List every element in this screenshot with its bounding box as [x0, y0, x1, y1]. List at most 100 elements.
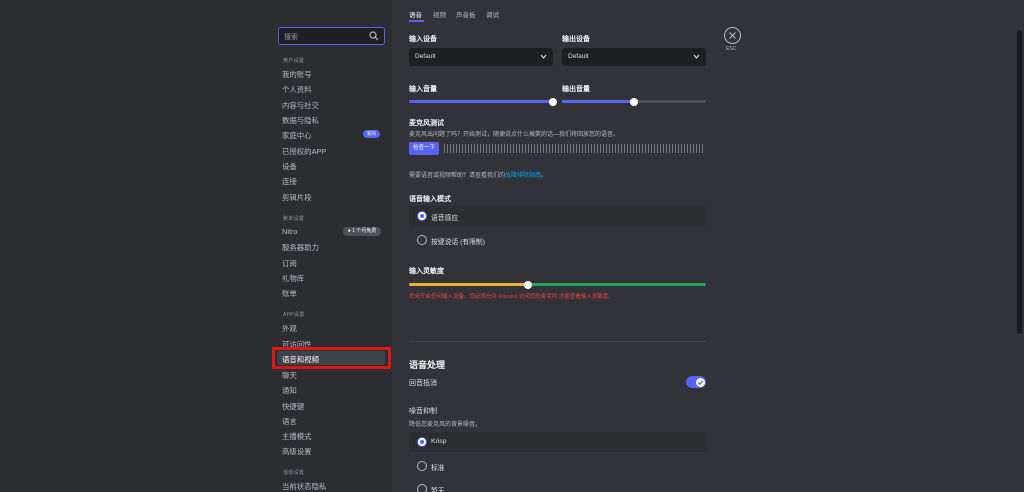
meter-bar [549, 144, 551, 153]
meter-bar [684, 144, 686, 153]
meter-bar [480, 144, 482, 153]
meter-bar [528, 144, 530, 153]
meter-bar [552, 144, 554, 153]
meter-bar [492, 144, 494, 153]
meter-bar [591, 144, 593, 153]
content-scrollbar[interactable] [1017, 30, 1022, 334]
noise-option-label: Krisp [431, 438, 447, 445]
sidebar-item-server-boost[interactable]: 服务器助力 [282, 242, 319, 253]
sidebar-item-appearance[interactable]: 外观 [282, 323, 297, 334]
input-device-value: Default [415, 53, 436, 60]
meter-bar [561, 144, 563, 153]
meter-bar [468, 144, 470, 153]
meter-bar [579, 144, 581, 153]
meter-bar [615, 144, 617, 153]
esc-label: ESC [726, 46, 737, 52]
meter-bar [669, 144, 671, 153]
meter-bar [633, 144, 635, 153]
tab-debug[interactable]: 调试 [486, 9, 499, 19]
meter-bar [600, 144, 602, 153]
mode-option-label: 按键说话 (有限制) [431, 239, 485, 246]
tab-soundboard[interactable]: 声音板 [456, 9, 476, 19]
search-icon [369, 31, 379, 41]
sidebar-item-streamer-mode[interactable]: 主播模式 [282, 431, 312, 442]
meter-bar [696, 144, 698, 153]
input-volume-handle[interactable] [549, 97, 557, 106]
meter-bar [573, 144, 575, 153]
nitro-badge-text: 1 个月免费 [352, 228, 377, 234]
section-header-user: 用户设置 [283, 58, 305, 64]
meter-bar [546, 144, 548, 153]
meter-bar [678, 144, 680, 153]
meter-bar [597, 144, 599, 153]
input-volume-fill [409, 100, 553, 103]
radio-checked-icon [417, 437, 427, 447]
sidebar-item-data-privacy[interactable]: 数据与隐私 [282, 115, 319, 126]
tab-voice[interactable]: 语音 [409, 9, 422, 19]
section-header-app: APP设置 [283, 312, 305, 318]
echo-cancellation-toggle[interactable] [686, 376, 706, 388]
meter-bar [699, 144, 701, 153]
noise-option-standard[interactable]: 标准 [409, 456, 706, 476]
meter-bar [630, 144, 632, 153]
output-device-select[interactable]: Default [562, 48, 706, 66]
mic-level-meter [444, 144, 706, 153]
tab-video[interactable]: 视频 [433, 9, 446, 19]
search-input[interactable]: 搜索 [278, 27, 385, 45]
meter-bar [489, 144, 491, 153]
sidebar-item-advanced[interactable]: 高级设置 [282, 446, 312, 457]
sidebar-item-content-social[interactable]: 内容与社交 [282, 100, 319, 111]
output-volume-slider[interactable] [562, 97, 706, 106]
input-device-select[interactable]: Default [409, 48, 553, 66]
sidebar-item-subscriptions[interactable]: 订阅 [282, 258, 297, 269]
radio-unchecked-icon [417, 484, 427, 492]
meter-bar [648, 144, 650, 153]
sidebar-item-authorized-apps[interactable]: 已授权的APP [282, 146, 326, 157]
meter-bar [453, 144, 455, 153]
sidebar-item-clips[interactable]: 剪辑片段 [282, 192, 312, 203]
meter-bar [702, 144, 704, 153]
meter-bar [687, 144, 689, 153]
noise-option-krisp[interactable]: Krisp [409, 432, 706, 452]
meter-bar [690, 144, 692, 153]
sidebar-item-language[interactable]: 语言 [282, 416, 297, 427]
output-volume-label: 输出音量 [562, 86, 590, 93]
sidebar-item-chat[interactable]: 聊天 [282, 370, 297, 381]
sidebar-item-family-center[interactable]: 家庭中心 [282, 130, 312, 141]
sidebar-item-keybinds[interactable]: 快捷键 [282, 401, 304, 412]
sidebar-item-activity-privacy[interactable]: 当前状态隐私 [282, 481, 326, 492]
mode-option-voice-activity[interactable]: 语音感应 [409, 206, 706, 226]
meter-bar [651, 144, 653, 153]
close-button[interactable] [724, 27, 741, 44]
noise-suppression-desc: 降低您麦克风的背景噪音。 [409, 422, 482, 428]
output-volume-handle[interactable] [630, 97, 638, 106]
troubleshooting-link[interactable]: 故障排除指南 [505, 173, 541, 179]
meter-bar [681, 144, 683, 153]
meter-bar [510, 144, 512, 153]
sidebar-item-gift-inventory[interactable]: 礼物库 [282, 273, 304, 284]
mic-test-button[interactable]: 检查一下 [409, 142, 439, 155]
mode-option-push-to-talk[interactable]: 按键说话 (有限制) [409, 230, 706, 250]
meter-bar [570, 144, 572, 153]
sidebar-item-devices[interactable]: 设备 [282, 161, 297, 172]
sidebar-item-notifications[interactable]: 通知 [282, 385, 297, 396]
sidebar-item-nitro[interactable]: Nitro [282, 227, 298, 236]
meter-bar [444, 144, 446, 153]
meter-bar [456, 144, 458, 153]
radio-unchecked-icon [417, 461, 427, 471]
noise-option-none[interactable]: 暂无 [409, 479, 706, 492]
meter-bar [495, 144, 497, 153]
sidebar-item-connections[interactable]: 连接 [282, 176, 297, 187]
mic-test-title: 麦克风测试 [409, 120, 444, 127]
sensitivity-slider[interactable] [409, 280, 706, 289]
sidebar-item-my-account[interactable]: 我的账号 [282, 69, 312, 80]
input-volume-slider[interactable] [409, 97, 557, 106]
help-text: 需要语音或视频帮助？请查看我们的故障排除指南。 [409, 170, 547, 179]
sensitivity-handle[interactable] [524, 280, 532, 289]
meter-bar [540, 144, 542, 153]
sidebar-item-billing[interactable]: 账单 [282, 288, 297, 299]
toggle-check-icon [695, 377, 705, 387]
sidebar-item-profile[interactable]: 个人资料 [282, 84, 312, 95]
sensitivity-warning: 您未开启任何输入设备。您必须允许 Discord 访问您的麦克风 才能查看输入灵… [409, 294, 614, 300]
input-device-label: 输入设备 [409, 36, 437, 43]
